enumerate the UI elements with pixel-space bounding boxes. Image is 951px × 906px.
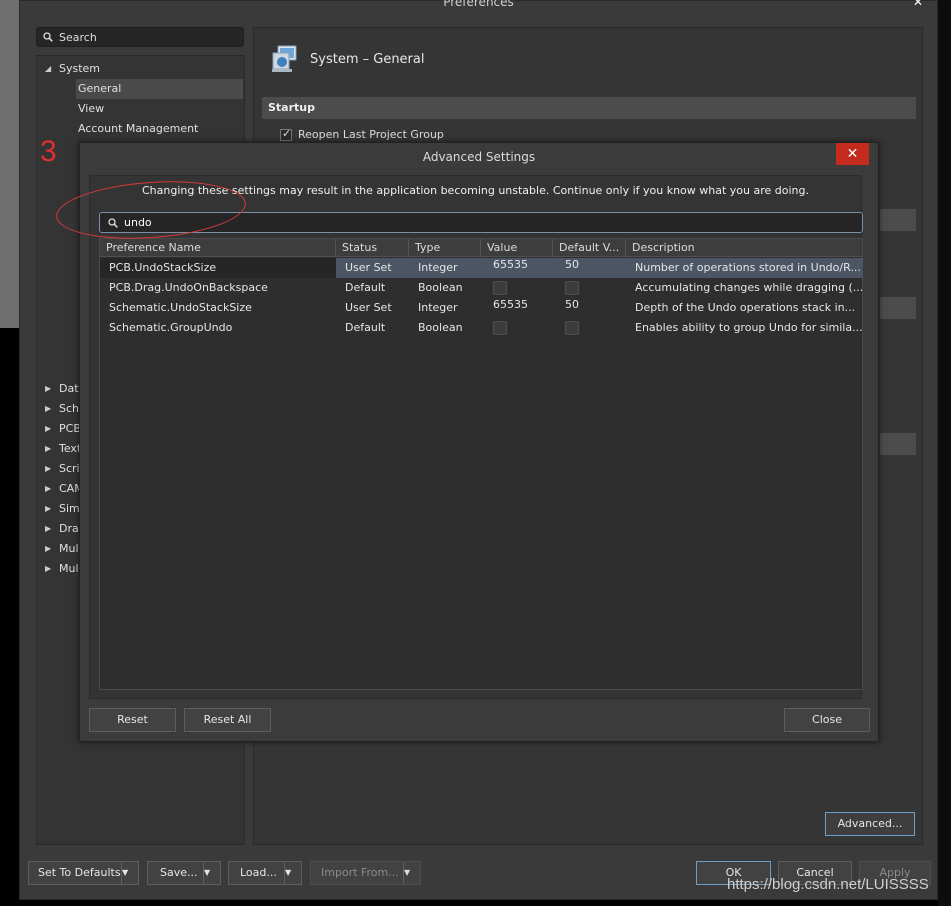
- dialog-close-icon[interactable]: ✕: [836, 143, 869, 165]
- default-checkbox: [565, 321, 579, 335]
- save-label: Save...: [160, 866, 198, 879]
- table-row[interactable]: Schematic.GroupUndo Default Boolean Enab…: [100, 318, 863, 338]
- advanced-settings-dialog: Advanced Settings ✕ Changing these setti…: [79, 142, 879, 742]
- nav-item-system[interactable]: System: [59, 59, 100, 79]
- expanded-arrow-icon[interactable]: ◢: [45, 64, 51, 73]
- nav-item-account-management[interactable]: Account Management: [78, 119, 198, 139]
- preference-name: Schematic.GroupUndo: [109, 321, 233, 334]
- search-placeholder: Search: [59, 30, 97, 44]
- description-cell: Depth of the Undo operations stack in...: [635, 301, 856, 314]
- nav-item-pcb[interactable]: PCB: [59, 419, 81, 439]
- column-header-description[interactable]: Description: [626, 239, 864, 257]
- collapsed-arrow-icon[interactable]: ▶: [45, 484, 51, 493]
- default-cell: 50: [565, 298, 579, 311]
- dropdown-arrow-icon[interactable]: ▼: [121, 862, 138, 884]
- column-header-name[interactable]: Preference Name: [100, 239, 336, 257]
- nav-item-text[interactable]: Text: [59, 439, 81, 459]
- close-button[interactable]: Close: [784, 708, 870, 732]
- collapsed-arrow-icon[interactable]: ▶: [45, 444, 51, 453]
- section-header: [880, 209, 916, 231]
- dropdown-arrow-icon[interactable]: ▼: [203, 862, 220, 884]
- grid-header: Preference Name Status Type Value Defaul…: [100, 239, 862, 257]
- dialog-title: Advanced Settings: [422, 150, 536, 164]
- nav-item-view[interactable]: View: [78, 99, 104, 119]
- reset-all-button[interactable]: Reset All: [184, 708, 271, 732]
- column-header-value[interactable]: Value: [481, 239, 553, 257]
- section-header-startup: Startup: [262, 97, 916, 119]
- reset-button[interactable]: Reset: [89, 708, 176, 732]
- description-cell: Number of operations stored in Undo/R...: [635, 261, 861, 274]
- column-header-default[interactable]: Default V...: [553, 239, 626, 257]
- default-checkbox: [565, 281, 579, 295]
- import-from-label: Import From...: [321, 866, 399, 879]
- dropdown-arrow-icon[interactable]: ▼: [403, 862, 420, 884]
- collapsed-arrow-icon[interactable]: ▶: [45, 524, 51, 533]
- background-edge: [938, 0, 951, 906]
- set-to-defaults-label: Set To Defaults: [38, 866, 121, 879]
- preference-name: Schematic.UndoStackSize: [109, 301, 252, 314]
- collapsed-arrow-icon[interactable]: ▶: [45, 404, 51, 413]
- value-cell[interactable]: 65535: [484, 258, 556, 278]
- column-header-type[interactable]: Type: [409, 239, 481, 257]
- table-row[interactable]: PCB.Drag.UndoOnBackspace Default Boolean…: [100, 278, 864, 298]
- status-cell: User Set: [345, 261, 392, 274]
- reopen-label: Reopen Last Project Group: [298, 128, 444, 141]
- reopen-checkbox[interactable]: [280, 127, 292, 141]
- value-checkbox[interactable]: [493, 321, 507, 335]
- type-cell: Integer: [418, 301, 458, 314]
- import-from-button[interactable]: Import From... ▼: [310, 861, 421, 885]
- dialog-body: Changing these settings may result in th…: [89, 175, 863, 699]
- collapsed-arrow-icon[interactable]: ▶: [45, 504, 51, 513]
- type-cell: Integer: [418, 261, 458, 274]
- nav-item-multi-1[interactable]: Mul: [59, 539, 79, 559]
- save-button[interactable]: Save... ▼: [147, 861, 221, 885]
- section-header: [880, 433, 916, 455]
- load-button[interactable]: Load... ▼: [228, 861, 302, 885]
- collapsed-arrow-icon[interactable]: ▶: [45, 384, 51, 393]
- page-title: System – General: [310, 52, 425, 67]
- load-label: Load...: [240, 866, 277, 879]
- default-cell: 50: [565, 258, 579, 271]
- collapsed-arrow-icon[interactable]: ▶: [45, 424, 51, 433]
- section-header: [880, 297, 916, 319]
- collapsed-arrow-icon[interactable]: ▶: [45, 464, 51, 473]
- preference-name: PCB.UndoStackSize: [100, 258, 336, 278]
- dropdown-arrow-icon[interactable]: ▼: [284, 862, 301, 884]
- settings-grid: Preference Name Status Type Value Defaul…: [99, 238, 863, 690]
- value-cell[interactable]: 65535: [484, 298, 556, 318]
- type-cell: Boolean: [418, 321, 463, 334]
- type-cell: Boolean: [418, 281, 463, 294]
- status-cell: Default: [345, 281, 386, 294]
- window-title: Preferences: [443, 0, 514, 9]
- description-cell: Enables ability to group Undo for simila…: [635, 321, 863, 334]
- collapsed-arrow-icon[interactable]: ▶: [45, 564, 51, 573]
- status-cell: Default: [345, 321, 386, 334]
- description-cell: Accumulating changes while dragging (...: [635, 281, 864, 294]
- table-row[interactable]: Schematic.UndoStackSize User Set Integer…: [100, 298, 862, 318]
- nav-item-multi-2[interactable]: Mul: [59, 559, 79, 579]
- annotation-step-number: 3: [40, 135, 57, 168]
- status-cell: User Set: [345, 301, 392, 314]
- system-settings-icon: [272, 45, 297, 72]
- set-to-defaults-button[interactable]: Set To Defaults ▼: [28, 861, 139, 885]
- reopen-last-project-option[interactable]: Reopen Last Project Group: [280, 127, 444, 141]
- preference-name: PCB.Drag.UndoOnBackspace: [109, 281, 268, 294]
- table-row[interactable]: PCB.UndoStackSize User Set Integer 65535…: [100, 258, 863, 278]
- search-icon: [43, 32, 53, 42]
- close-icon[interactable]: ✕: [913, 0, 923, 9]
- collapsed-arrow-icon[interactable]: ▶: [45, 544, 51, 553]
- nav-item-general[interactable]: General: [76, 79, 243, 99]
- value-checkbox[interactable]: [493, 281, 507, 295]
- search-input[interactable]: Search: [36, 27, 244, 47]
- column-header-status[interactable]: Status: [336, 239, 409, 257]
- watermark: https://blog.csdn.net/LUISSSS: [727, 876, 929, 893]
- advanced-button[interactable]: Advanced...: [825, 812, 915, 836]
